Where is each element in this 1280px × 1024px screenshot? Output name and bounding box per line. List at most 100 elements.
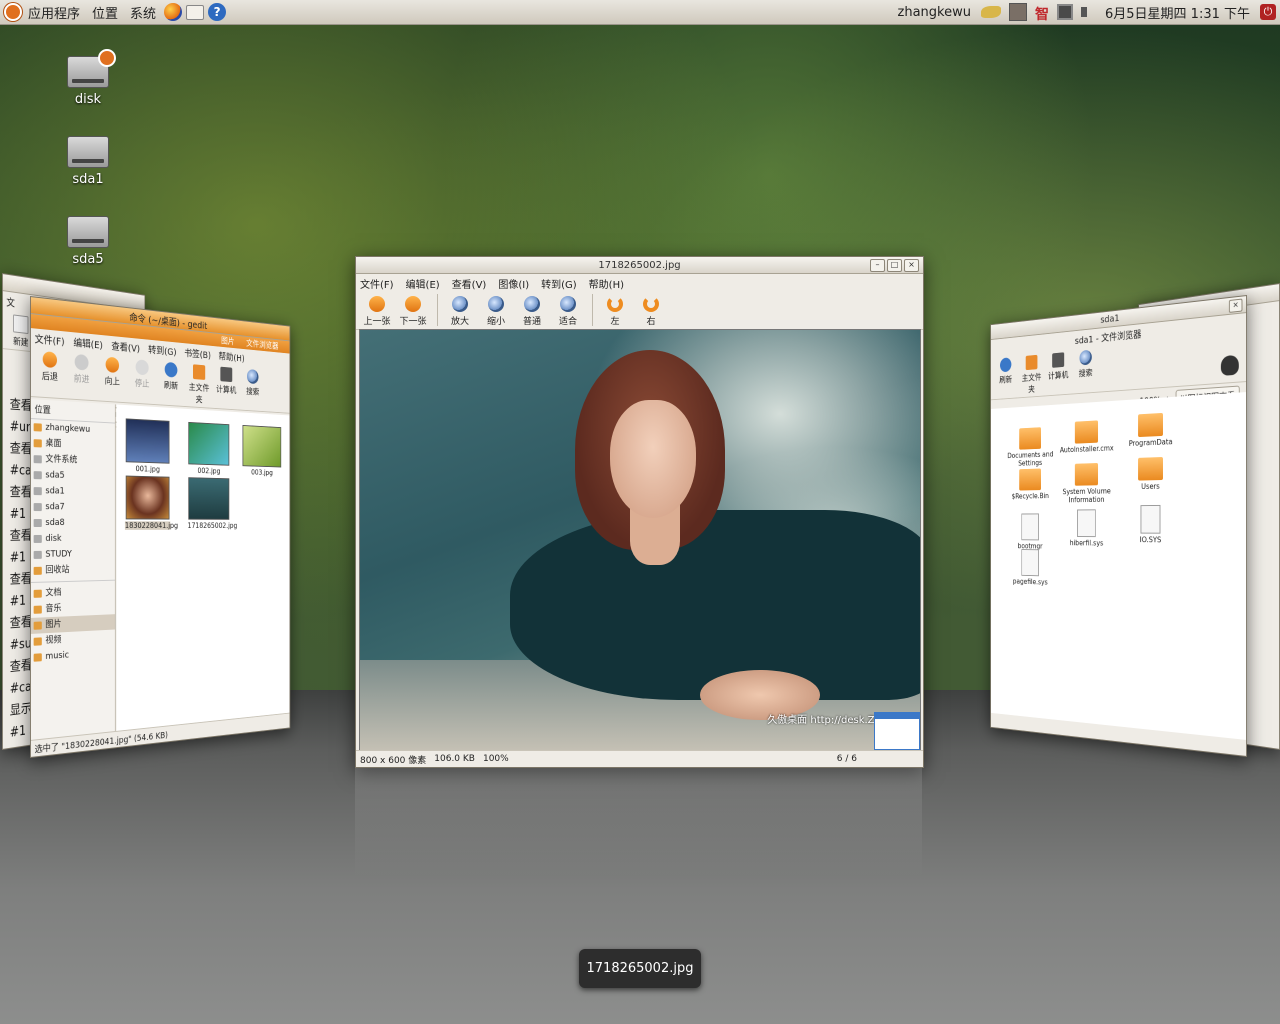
folder-icon bbox=[1075, 463, 1098, 486]
toolbar: 上一张 下一张 放大 缩小 普通 适合 左 右 bbox=[356, 292, 923, 330]
mail-icon[interactable] bbox=[186, 5, 204, 20]
image-viewer-window[interactable]: 1718265002.jpg – □ × 文件(F) 编辑(E) 查看(V) 图… bbox=[355, 256, 924, 768]
menu-file[interactable]: 文件(F) bbox=[35, 330, 65, 348]
computer-button[interactable]: 计算机 bbox=[1045, 350, 1071, 382]
up-button[interactable]: 向上 bbox=[98, 354, 127, 388]
place-disk[interactable]: disk bbox=[31, 531, 115, 547]
home-button[interactable]: 主文件夹 bbox=[186, 362, 212, 406]
input-method-icon[interactable] bbox=[1009, 3, 1027, 21]
stop-button[interactable]: 停止 bbox=[128, 357, 156, 390]
search-button[interactable]: 搜索 bbox=[240, 367, 265, 398]
file-browser-window-left[interactable]: 命令 (~/桌面) - gedit 图片 文件浏览器 文件(F) 编辑(E) 查… bbox=[30, 296, 290, 758]
power-icon[interactable]: ⏻ bbox=[1260, 4, 1276, 20]
file-item[interactable]: pagefile.sys bbox=[1005, 549, 1056, 587]
file-item[interactable]: IO.SYS bbox=[1122, 505, 1180, 545]
previous-arrow-icon bbox=[369, 296, 385, 312]
place-sda8[interactable]: sda8 bbox=[31, 515, 115, 531]
place-study[interactable]: STUDY bbox=[31, 546, 115, 563]
folder-item[interactable]: ProgramData bbox=[1122, 412, 1180, 448]
desktop-icon-sda1[interactable]: sda1 bbox=[48, 136, 128, 187]
menu-edit[interactable]: 编辑(E) bbox=[406, 276, 440, 291]
normal-size-button[interactable]: 普通 bbox=[515, 294, 549, 327]
file-item[interactable]: 002.jpg bbox=[188, 422, 231, 476]
home-button[interactable]: 主文件夹 bbox=[1019, 352, 1044, 395]
close-button[interactable]: × bbox=[1229, 298, 1243, 312]
menu-go[interactable]: 转到(G) bbox=[148, 341, 176, 358]
menu-applications[interactable]: 应用程序 bbox=[22, 0, 86, 24]
menu-image[interactable]: 图像(I) bbox=[498, 276, 529, 291]
file-icon bbox=[1021, 549, 1038, 576]
usb-drive-icon bbox=[67, 56, 109, 88]
file-item[interactable]: 001.jpg bbox=[125, 418, 170, 474]
maximize-button[interactable]: □ bbox=[887, 259, 902, 272]
smart-pinyin-icon[interactable]: 智 bbox=[1035, 4, 1049, 20]
previous-button[interactable]: 上一张 bbox=[360, 294, 394, 327]
user-name[interactable]: zhangkewu bbox=[892, 0, 977, 24]
menu-view[interactable]: 查看(V) bbox=[452, 276, 487, 291]
menu-file[interactable]: 文 bbox=[6, 293, 15, 309]
menu-go[interactable]: 转到(G) bbox=[541, 276, 577, 291]
next-button[interactable]: 下一张 bbox=[396, 294, 430, 327]
computer-button[interactable]: 计算机 bbox=[214, 364, 239, 396]
search-button[interactable]: 搜索 bbox=[1073, 347, 1099, 380]
menu-system[interactable]: 系统 bbox=[124, 0, 162, 24]
minimize-button[interactable]: – bbox=[870, 259, 885, 272]
refresh-button[interactable]: 刷新 bbox=[994, 355, 1018, 386]
status-zoom: 100% bbox=[483, 754, 509, 764]
file-item[interactable]: hiberfil.sys bbox=[1060, 509, 1114, 547]
help-icon[interactable]: ? bbox=[208, 3, 226, 21]
zoom-in-icon bbox=[452, 296, 468, 312]
menu-help[interactable]: 帮助(H) bbox=[219, 348, 245, 364]
menu-file[interactable]: 文件(F) bbox=[360, 276, 394, 291]
file-item[interactable]: bootmgr bbox=[1005, 513, 1056, 550]
folder-item[interactable]: $Recycle.Bin bbox=[1005, 468, 1056, 500]
forward-button[interactable]: 前进 bbox=[67, 351, 96, 386]
menu-places[interactable]: 位置 bbox=[86, 0, 124, 24]
rotate-left-button[interactable]: 左 bbox=[598, 294, 632, 327]
place-trash[interactable]: 回收站 bbox=[31, 561, 115, 578]
best-fit-button[interactable]: 适合 bbox=[551, 294, 585, 327]
menu-bookmarks[interactable]: 书签(B) bbox=[184, 345, 211, 361]
place-sda5[interactable]: sda5 bbox=[31, 467, 115, 485]
toolbar-separator bbox=[592, 294, 593, 326]
folder-item[interactable]: Documents and Settings bbox=[1005, 426, 1056, 468]
navigator-thumbnail[interactable] bbox=[874, 712, 920, 750]
keyring-icon[interactable] bbox=[981, 6, 1001, 18]
refresh-button[interactable]: 刷新 bbox=[158, 359, 185, 392]
zoom-in-button[interactable]: 放大 bbox=[443, 294, 477, 327]
image-thumbnail bbox=[126, 476, 170, 520]
folder-icon bbox=[1019, 469, 1041, 491]
close-button[interactable]: × bbox=[904, 259, 919, 272]
file-item[interactable]: 003.jpg bbox=[242, 425, 282, 477]
place-sda7[interactable]: sda7 bbox=[31, 499, 115, 515]
place-sda1[interactable]: sda1 bbox=[31, 483, 115, 500]
file-item-selected[interactable]: 1830228041.jpg bbox=[125, 476, 170, 530]
desktop-icon-disk[interactable]: disk bbox=[48, 56, 128, 107]
file-icon bbox=[1021, 513, 1038, 540]
file-item[interactable]: 1718265002.jpg bbox=[188, 477, 231, 530]
back-button[interactable]: 后退 bbox=[35, 348, 65, 383]
menu-edit[interactable]: 编辑(E) bbox=[73, 334, 102, 351]
divider bbox=[31, 580, 115, 583]
title-bar[interactable]: 1718265002.jpg – □ × bbox=[356, 257, 923, 274]
volume-icon[interactable] bbox=[1081, 7, 1095, 17]
ubuntu-logo-icon[interactable] bbox=[4, 3, 22, 21]
network-icon[interactable] bbox=[1057, 4, 1073, 20]
zoom-out-button[interactable]: 缩小 bbox=[479, 294, 513, 327]
firefox-icon[interactable] bbox=[164, 3, 182, 21]
photo-display[interactable]: 久傲桌面 http://desk.ZOL.Com bbox=[359, 329, 921, 751]
tab-pictures[interactable]: 图片 bbox=[221, 334, 234, 348]
hard-drive-icon bbox=[67, 136, 109, 168]
folder-item[interactable]: System Volume Information bbox=[1060, 462, 1114, 504]
file-item[interactable]: AutoInstaller.cmx bbox=[1060, 420, 1114, 455]
clock[interactable]: 6月5日星期四 1:31 下午 bbox=[1099, 0, 1256, 24]
image-thumbnail bbox=[188, 422, 229, 466]
home-folder-icon bbox=[1026, 355, 1038, 370]
top-panel: 应用程序 位置 系统 ? zhangkewu 智 6月5日星期四 1:31 下午… bbox=[0, 0, 1280, 25]
menu-view[interactable]: 查看(V) bbox=[111, 337, 140, 354]
rotate-right-button[interactable]: 右 bbox=[634, 294, 668, 327]
folder-item[interactable]: Users bbox=[1122, 456, 1180, 491]
desktop-icon-sda5[interactable]: sda5 bbox=[48, 216, 128, 267]
file-browser-window-right[interactable]: sda1 × sda1 - 文件浏览器 刷新 主文件夹 计算机 搜索 − 100… bbox=[990, 295, 1247, 757]
menu-help[interactable]: 帮助(H) bbox=[589, 276, 624, 291]
